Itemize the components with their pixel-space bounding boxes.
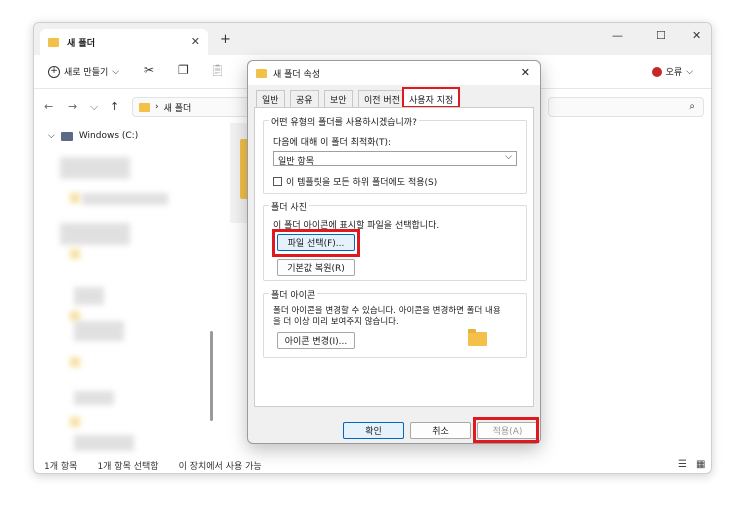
minimize-button[interactable]: —	[612, 29, 623, 42]
folder-icon	[48, 37, 59, 47]
tab-previous-versions[interactable]: 이전 버전	[358, 90, 406, 107]
search-icon: ⌕	[689, 101, 695, 112]
cancel-button[interactable]: 취소	[410, 422, 471, 439]
tab-title: 새 폴더	[67, 38, 95, 49]
recent-chevron-icon[interactable]: ⌵	[90, 100, 98, 114]
blurred-item	[74, 435, 134, 451]
highlight-frame	[473, 417, 539, 443]
chevron-down-icon: ⌵	[112, 66, 120, 77]
folder-type-group: 어떤 유형의 폴더를 사용하시겠습니까? 다음에 대해 이 폴더 최적화(T):…	[263, 115, 527, 194]
apply-subfolders-checkbox[interactable]: 이 템플릿을 모든 하위 폴더에도 적용(S)	[273, 175, 437, 188]
status-selected: 1개 항목 선택함	[97, 461, 159, 472]
dialog-title: 새 폴더 속성	[273, 69, 321, 80]
customize-page: 어떤 유형의 폴더를 사용하시겠습니까? 다음에 대해 이 폴더 최적화(T):…	[254, 107, 534, 407]
blurred-item	[70, 249, 80, 259]
new-tab-button[interactable]: +	[220, 32, 231, 47]
optimize-select[interactable]: 일반 항목 ⌵	[273, 151, 517, 167]
dialog-close-icon[interactable]: ✕	[521, 66, 530, 79]
tab-sharing[interactable]: 공유	[290, 90, 319, 107]
tiles-view-icon[interactable]: ▦	[696, 459, 705, 470]
status-availability: 이 장치에서 사용 가능	[178, 461, 262, 472]
group-label: 폴더 아이콘	[269, 288, 318, 301]
details-view-icon[interactable]: ☰	[678, 459, 687, 470]
blurred-item	[70, 193, 80, 203]
path-separator: ›	[155, 102, 159, 112]
folder-icon-group: 폴더 아이콘 폴더 아이콘을 변경할 수 있습니다. 아이콘을 변경하면 폴더 …	[263, 288, 527, 358]
folder-icon	[139, 102, 150, 112]
tab-general[interactable]: 일반	[256, 90, 285, 107]
tab-close-icon[interactable]: ✕	[191, 35, 200, 48]
address-path: 새 폴더	[163, 103, 192, 114]
close-window-button[interactable]: ✕	[692, 29, 701, 42]
search-box[interactable]: ⌕	[548, 97, 704, 117]
blurred-item	[70, 311, 80, 321]
blurred-item	[70, 417, 80, 427]
tab-bar: 새 폴더 ✕ + — ☐ ✕	[34, 23, 711, 55]
ok-button[interactable]: 확인	[343, 422, 404, 439]
tree-item-label: Windows (C:)	[78, 131, 139, 141]
properties-dialog: 새 폴더 속성 ✕ 일반 공유 보안 이전 버전 사용자 지정 어떤 유형의 폴…	[247, 60, 541, 444]
dialog-tabs: 일반 공유 보안 이전 버전 사용자 지정	[254, 87, 534, 108]
folder-icon-desc-line2: 을 더 이상 미리 보여주지 않습니다.	[273, 317, 399, 327]
checkbox-box	[273, 177, 282, 186]
blurred-item	[70, 357, 80, 367]
blurred-item	[74, 321, 124, 341]
tab-new-folder[interactable]: 새 폴더 ✕	[40, 29, 208, 55]
error-icon	[651, 66, 662, 77]
select-value: 일반 항목	[278, 157, 314, 167]
tab-security[interactable]: 보안	[324, 90, 353, 107]
error-label: 오류	[665, 68, 683, 78]
forward-arrow-icon[interactable]: →	[68, 100, 77, 113]
tab-customize[interactable]: 사용자 지정	[402, 87, 461, 108]
error-button[interactable]: 오류 ⌵	[651, 65, 693, 78]
blurred-item	[60, 157, 130, 179]
folder-icon	[256, 68, 267, 78]
back-arrow-icon[interactable]: ←	[44, 100, 53, 113]
dialog-titlebar: 새 폴더 속성 ✕	[248, 61, 540, 85]
chevron-down-icon: ⌵	[48, 131, 55, 141]
checkbox-label: 이 템플릿을 모든 하위 폴더에도 적용(S)	[286, 178, 438, 188]
group-label: 폴더 사진	[269, 200, 309, 213]
chevron-down-icon: ⌵	[505, 152, 512, 162]
optimize-label: 다음에 대해 이 폴더 최적화(T):	[273, 138, 392, 148]
blurred-item	[74, 391, 114, 405]
status-bar: 1개 항목 1개 항목 선택함 이 장치에서 사용 가능 ☰ ▦	[34, 455, 711, 473]
blurred-item	[74, 287, 104, 305]
new-button-label: 새로 만들기	[64, 68, 109, 78]
change-icon-button[interactable]: 아이콘 변경(I)...	[277, 332, 355, 349]
restore-default-button[interactable]: 기본값 복원(R)	[277, 259, 355, 276]
blurred-item	[60, 223, 130, 245]
blurred-item	[82, 193, 168, 205]
copy-icon[interactable]: ❐	[178, 63, 189, 77]
plus-icon: +	[48, 65, 60, 78]
maximize-button[interactable]: ☐	[656, 29, 666, 42]
group-label: 어떤 유형의 폴더를 사용하시겠습니까?	[269, 115, 419, 128]
navigation-pane: ⌵ Windows (C:)	[34, 123, 214, 453]
drive-icon	[60, 131, 73, 141]
cut-icon[interactable]: ✂	[144, 63, 154, 77]
tree-item-windows-c[interactable]: ⌵ Windows (C:)	[48, 131, 138, 141]
highlight-frame	[272, 229, 360, 257]
folder-picture-group: 폴더 사진 이 폴더 아이콘에 표시할 파일을 선택합니다. 파일 선택(F).…	[263, 200, 527, 281]
paste-icon[interactable]: 📋︎	[210, 63, 225, 77]
up-arrow-icon[interactable]: ↑	[110, 100, 119, 113]
new-button[interactable]: + 새로 만들기 ⌵	[48, 65, 119, 78]
chevron-down-icon: ⌵	[686, 66, 693, 77]
nav-scrollbar[interactable]	[210, 331, 213, 421]
folder-preview-icon	[468, 329, 487, 346]
status-item-count: 1개 항목	[44, 461, 78, 472]
